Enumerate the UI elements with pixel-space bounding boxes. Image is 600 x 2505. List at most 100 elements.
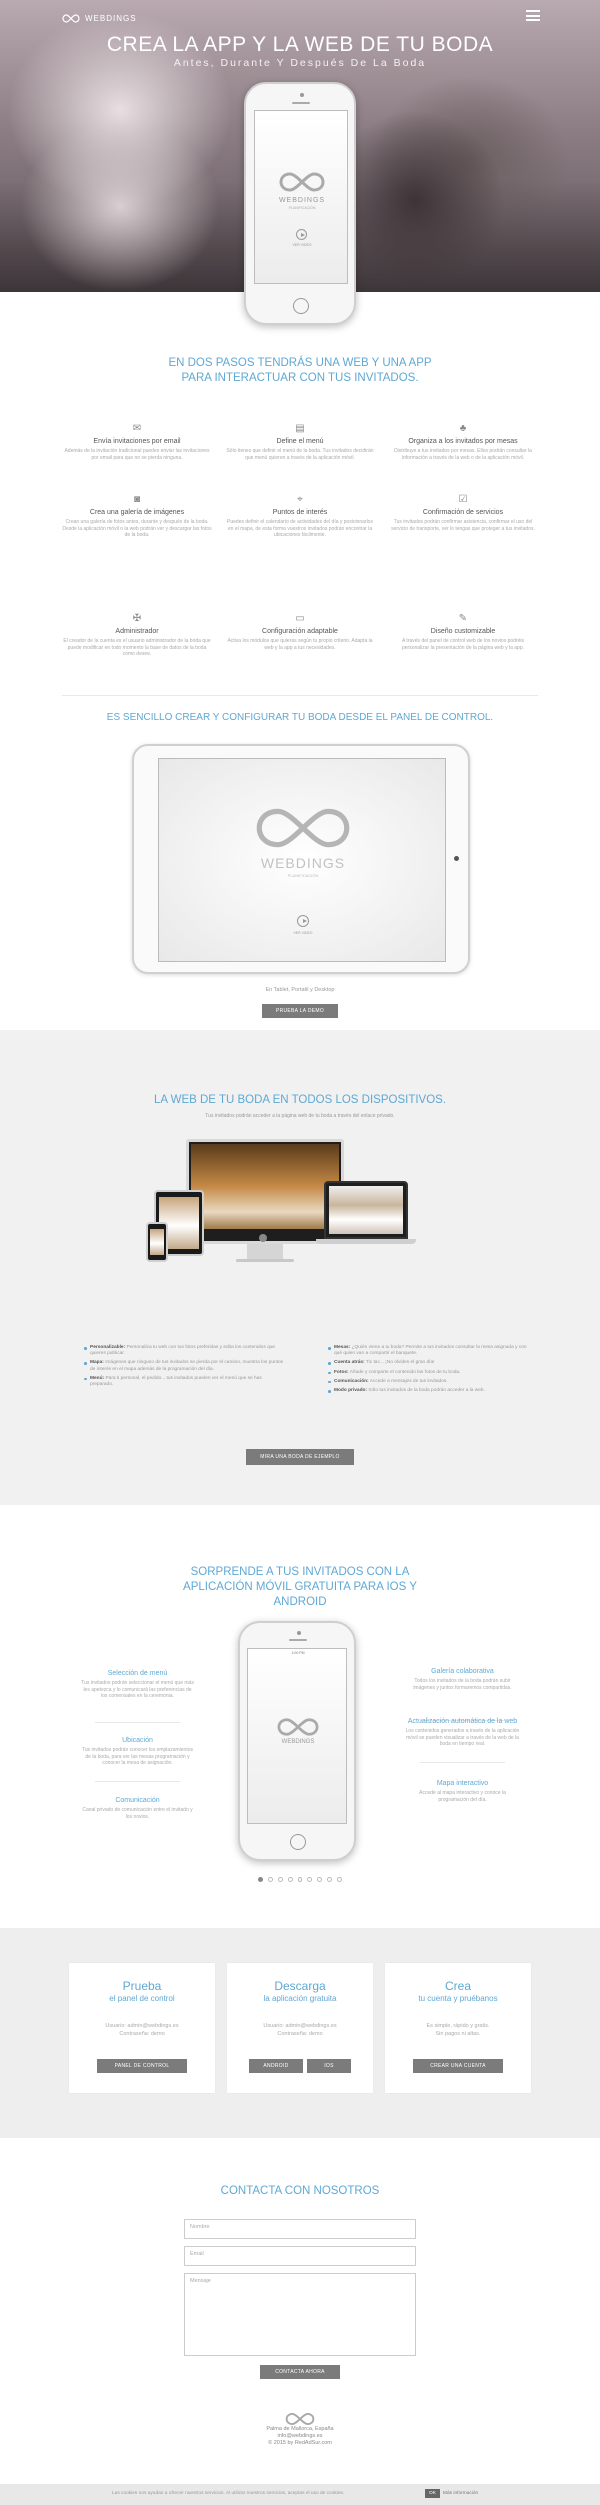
app-feature-desc: Accede al mapa interactivo y conoce la p… bbox=[419, 1790, 506, 1803]
app-phone: 1:00 PM WEBDINGS bbox=[238, 1621, 356, 1861]
carousel-dot[interactable] bbox=[258, 1877, 263, 1882]
hero-title: CREA LA APP Y LA WEB DE TU BODA bbox=[106, 33, 494, 56]
email-field[interactable]: Email bbox=[184, 2246, 416, 2266]
app-feature-title: Selección de menú bbox=[107, 1670, 168, 1677]
app-feature: Selección de menú Tus invitados podrán se… bbox=[80, 1670, 195, 1700]
phone-screen: WEBDINGS PLANIFICACIÓN VER VIDEO bbox=[254, 110, 348, 284]
section3-title: LA WEB DE TU BODA EN TODOS LOS DISPOSITI… bbox=[153, 1094, 447, 1106]
footer-address: Palma de Mallorca, España bbox=[266, 2426, 334, 2432]
message-field[interactable]: Mensaje bbox=[184, 2273, 416, 2356]
app-feature: Comunicación Canal privado de comunicació… bbox=[80, 1797, 195, 1820]
tablet-screen: WEBDINGS PLANIFICACIÓN VER VIDEO bbox=[158, 758, 446, 962]
feature-item: ✎ Diseño customizable A través del panel d… bbox=[388, 612, 538, 651]
cookie-more-link[interactable]: Más información bbox=[443, 2491, 478, 2496]
menu-card-icon: ▤ bbox=[295, 423, 305, 434]
hero-phone: WEBDINGS PLANIFICACIÓN VER VIDEO bbox=[244, 82, 356, 325]
cookie-banner: Las cookies nos ayudan a ofrecer nuestro… bbox=[0, 2484, 600, 2505]
hero-photo-bride bbox=[20, 120, 220, 292]
carousel-dot[interactable] bbox=[307, 1877, 313, 1882]
tablet-mockup: WEBDINGS PLANIFICACIÓN VER VIDEO bbox=[132, 744, 470, 974]
card-button[interactable]: CREAR UNA CUENTA bbox=[413, 2059, 503, 2073]
apple-logo-icon bbox=[259, 1234, 267, 1242]
feature-item: ▤ Define el menú Sólo tienes que definir e… bbox=[225, 422, 375, 461]
contact-submit-button[interactable]: CONTACTA AHORA bbox=[260, 2365, 340, 2379]
feature-title: Confirmación de servicios bbox=[422, 509, 504, 516]
phone-speaker bbox=[289, 1639, 307, 1641]
app-feature-title: Ubicación bbox=[122, 1737, 153, 1744]
feature-bullet: Menú: Para ti personal, el pedido... tus… bbox=[84, 1376, 284, 1388]
android-button[interactable]: ANDROID bbox=[249, 2059, 303, 2073]
footer-copyright: © 2015 by RedAdSur.com bbox=[268, 2440, 332, 2446]
section1-title: EN DOS PASOS TENDRÁS UNA WEB Y UNA APP P… bbox=[168, 357, 432, 384]
card-title: Descarga bbox=[274, 1979, 326, 1993]
feature-bullet: Mapa: Imágenes que ninguno de tus invita… bbox=[84, 1360, 284, 1372]
pencil-icon: ✎ bbox=[458, 613, 468, 624]
infinity-logo-icon bbox=[277, 1718, 319, 1736]
check-icon: ☑ bbox=[458, 494, 468, 505]
phone-screen: 1:00 PM WEBDINGS bbox=[247, 1648, 347, 1824]
card-subtitle: la aplicación gratuita bbox=[263, 1994, 337, 2003]
carousel-dot[interactable] bbox=[287, 1877, 293, 1882]
card-subtitle: el panel de control bbox=[109, 1994, 175, 2003]
feature-desc: Sólo tienes que definir el menú de la bo… bbox=[226, 448, 374, 461]
footer-email[interactable]: info@webdings.es bbox=[0, 2433, 600, 2440]
card-desc: Usuario: admin@webdings.es Contraseña: de… bbox=[105, 2023, 179, 2037]
tools-icon: ✠ bbox=[132, 613, 142, 624]
carousel-dot[interactable] bbox=[297, 1877, 303, 1882]
card-button[interactable]: PANEL DE CONTROL bbox=[97, 2059, 187, 2073]
features-list-right: Mesas: ¿Quién viene a tu boda? Permite a… bbox=[328, 1345, 528, 1397]
play-icon[interactable] bbox=[297, 915, 309, 927]
feature-title: Administrador bbox=[115, 628, 159, 635]
footer-infinity-icon bbox=[285, 2412, 315, 2426]
carousel-dot[interactable] bbox=[327, 1877, 333, 1882]
app-feature-desc: Tus invitados podrán seleccionar el menú… bbox=[81, 1680, 194, 1699]
app-feature: Ubicación Tus invitados podrán conocer lo… bbox=[80, 1737, 195, 1767]
carousel-dot[interactable] bbox=[277, 1877, 283, 1882]
feature-item: ▭ Configuración adaptable Activa los módul… bbox=[225, 612, 375, 651]
card-title: Crea bbox=[444, 1979, 471, 1993]
brand-logo[interactable]: WEBDINGS bbox=[62, 10, 137, 26]
infinity-logo-icon bbox=[256, 808, 350, 848]
feature-title: Organiza a los invitados por mesas bbox=[408, 438, 518, 445]
phone-speaker bbox=[292, 102, 310, 104]
feature-title: Puntos de interés bbox=[272, 509, 328, 516]
play-icon[interactable] bbox=[296, 229, 307, 240]
tablet-brand-sub: PLANIFICACIÓN bbox=[287, 873, 319, 878]
feature-bullet: Modo privado: Sólo tus invitados de la b… bbox=[328, 1388, 528, 1394]
monitor-base bbox=[236, 1259, 294, 1262]
card-subtitle: tu cuenta y pruébanos bbox=[418, 1994, 498, 2003]
ios-button[interactable]: IOS bbox=[307, 2059, 351, 2073]
example-wedding-button[interactable]: MIRA UNA BODA DE EJEMPLO bbox=[246, 1449, 354, 1465]
feature-bullet: Comunicación: Accede a mensajes de tus i… bbox=[328, 1379, 528, 1385]
feature-title: Configuración adaptable bbox=[262, 628, 338, 635]
feature-desc: Puedes definir el calendario de activida… bbox=[227, 519, 373, 538]
cta-card: Crea tu cuenta y pruébanos Es simple, rápi… bbox=[385, 1963, 531, 2093]
phone-device bbox=[146, 1222, 168, 1262]
name-field[interactable]: Nombre bbox=[184, 2219, 416, 2239]
feature-title: Diseño customizable bbox=[430, 628, 496, 635]
carousel-dot[interactable] bbox=[337, 1877, 343, 1882]
app-feature-title: Actualización automática de la web bbox=[407, 1718, 518, 1725]
carousel-dot[interactable] bbox=[267, 1877, 273, 1882]
app-feature: Galería colaborativa Todos los invitados … bbox=[405, 1668, 520, 1691]
card-desc: Usuario: admin@webdings.es Contraseña: de… bbox=[263, 2023, 337, 2037]
section2-title: ES SENCILLO CREAR Y CONFIGURAR TU BODA D… bbox=[106, 712, 494, 723]
feature-bullet: Fotos: Añade y comparte el contenido las… bbox=[328, 1370, 528, 1376]
feature-bullet: Personalizable: Personaliza tu web con t… bbox=[84, 1345, 284, 1357]
cookie-text: Las cookies nos ayudan a ofrecer nuestro… bbox=[112, 2491, 345, 2496]
app-feature-desc: Los contenidos generados a través de la … bbox=[405, 1728, 520, 1747]
cookie-ok-button[interactable]: OK bbox=[425, 2489, 440, 2498]
app-feature: Actualización automática de la web Los co… bbox=[405, 1718, 520, 1748]
phone-time: 1:00 PM bbox=[291, 1651, 305, 1655]
feature-item: ♣ Organiza a los invitados por mesas Distr… bbox=[388, 422, 538, 461]
phone-brand: WEBDINGS bbox=[278, 197, 326, 204]
hamburger-menu-icon[interactable] bbox=[526, 10, 540, 21]
phone-home-button bbox=[290, 1834, 306, 1850]
phone-home-button bbox=[293, 298, 309, 314]
carousel-dot[interactable] bbox=[317, 1877, 323, 1882]
monitor-stand bbox=[247, 1244, 283, 1259]
hero-subtitle: Antes, Durante Y Después De La Boda bbox=[173, 57, 427, 69]
try-demo-button[interactable]: PRUEBA LA DEMO bbox=[262, 1004, 338, 1018]
feature-item: ⌖ Puntos de interés Puedes definir el cale… bbox=[225, 493, 375, 539]
feature-desc: A través del panel de control web de los… bbox=[401, 638, 525, 651]
